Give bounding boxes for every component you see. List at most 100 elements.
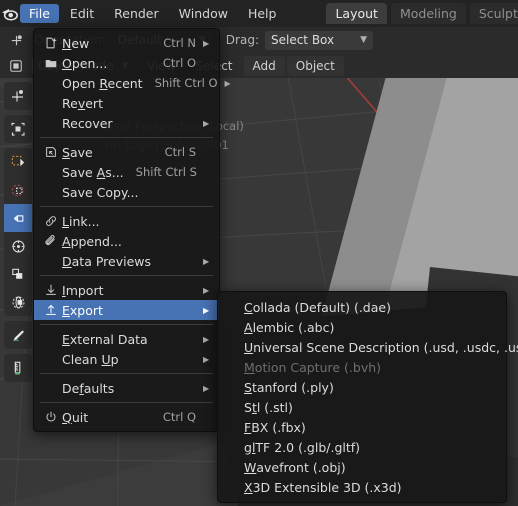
viewport-menu-object[interactable]: Object xyxy=(286,55,344,76)
submenu-arrow-icon: ▶ xyxy=(203,118,210,128)
export-item-universal-scene-description-usd-usdc-usda[interactable]: Universal Scene Description (.usd, .usdc… xyxy=(218,337,518,357)
editor-type-icon[interactable] xyxy=(4,56,28,76)
file-menu-item-label: Revert xyxy=(62,95,103,111)
select-box-icon[interactable] xyxy=(4,115,32,143)
blender-logo-icon[interactable] xyxy=(0,0,19,27)
menu-separator xyxy=(40,324,213,325)
tab-sculpting[interactable]: Sculpting xyxy=(469,3,518,24)
submenu-arrow-icon: ▶ xyxy=(203,334,210,344)
file-menu-item-label: Import xyxy=(62,282,104,298)
file-menu-item-label: Clean Up xyxy=(62,351,119,367)
tab-modeling[interactable]: Modeling xyxy=(390,3,466,24)
export-item-x3d-extensible-3d-x3d[interactable]: X 3D Extensible 3D (.x3d) xyxy=(218,477,506,497)
file-menu-item-label: Defaults xyxy=(62,380,115,396)
export-item-stl-stl[interactable]: Stl (.stl) xyxy=(218,397,506,417)
topbar: File Edit Render Window Help Layout Mode… xyxy=(0,0,518,27)
file-menu-item-link[interactable]: Link... xyxy=(34,211,219,231)
file-menu-item-open[interactable]: Open... Ctrl O xyxy=(34,53,219,73)
file-menu-item-open-recent[interactable]: Open Recent Shift Ctrl O ▶ xyxy=(34,73,231,93)
menubar-item-window[interactable]: Window xyxy=(170,4,237,23)
viewport-toolbar xyxy=(4,82,32,387)
transform-icon[interactable] xyxy=(4,232,32,260)
tool-active-icon[interactable] xyxy=(4,30,28,50)
file-menu-item-label: Append... xyxy=(62,233,122,249)
file-menu-item-append[interactable]: Append... xyxy=(34,231,219,251)
file-menu-item-revert[interactable]: Revert xyxy=(34,93,219,113)
move-icon[interactable] xyxy=(4,148,32,176)
file-menu-item-recover[interactable]: Recover ▶ xyxy=(34,113,219,133)
tab-layout[interactable]: Layout xyxy=(326,3,387,24)
measure-globe-icon[interactable] xyxy=(4,288,32,316)
export-item-stanford-ply[interactable]: Stanford (.ply) xyxy=(218,377,506,397)
annotate-pen-icon[interactable] xyxy=(4,321,32,349)
viewport-menu-add[interactable]: Add xyxy=(243,55,285,76)
file-menu-item-save[interactable]: Save Ctrl S xyxy=(34,142,219,162)
submenu-arrow-icon: ▶ xyxy=(203,38,210,48)
file-menu-item-label: Open... xyxy=(62,55,108,71)
new-file-icon xyxy=(40,36,62,50)
file-menu-item-label: Open Recent xyxy=(62,75,143,91)
submenu-arrow-icon: ▶ xyxy=(203,285,210,295)
menubar-item-edit[interactable]: Edit xyxy=(61,4,103,23)
file-menu-item-label: Save As... xyxy=(62,164,124,180)
file-menu-item-label: Save Copy... xyxy=(62,184,139,200)
menu-separator xyxy=(40,373,213,374)
export-submenu: Collada (Default) (.dae) Alembic (.abc) Un… xyxy=(217,291,518,503)
menu-separator xyxy=(40,275,213,276)
menu-separator xyxy=(40,206,213,207)
export-item-collada-default-dae[interactable]: Collada (Default) (.dae) xyxy=(218,297,506,317)
workspace-tabs: Layout Modeling Sculpting UV Editing xyxy=(326,3,518,24)
drag-value: Select Box xyxy=(270,33,335,47)
scale-icon[interactable] xyxy=(4,204,32,232)
export-item-alembic-abc[interactable]: Alembic (.abc) xyxy=(218,317,506,337)
rotate-icon[interactable] xyxy=(4,176,32,204)
file-menu-item-label: Data Previews xyxy=(62,253,152,269)
file-menu-item-save-copy[interactable]: Save Copy... xyxy=(34,182,219,202)
measure-ruler-icon[interactable] xyxy=(4,354,32,382)
export-item-gltf-2-0-glb-gltf[interactable]: g l TF 2.0 (.glb/.gltf) xyxy=(218,437,506,457)
file-menu-item-export[interactable]: Export ▶ xyxy=(34,300,219,320)
file-menu-item-shortcut: Ctrl Q xyxy=(162,410,196,424)
import-icon xyxy=(40,283,62,297)
menubar-item-render[interactable]: Render xyxy=(105,4,168,23)
drag-dropdown[interactable]: Select Box ▼ xyxy=(264,30,373,50)
file-menu-item-label: Recover xyxy=(62,115,113,131)
file-menu-item-shortcut: Ctrl O xyxy=(162,56,196,70)
quit-power-icon xyxy=(40,410,62,424)
file-menu-item-clean-up[interactable]: Clean Up ▶ xyxy=(34,349,219,369)
submenu-arrow-icon: ▶ xyxy=(203,256,210,266)
tool-group-cursor xyxy=(4,82,32,110)
tool-group-measure xyxy=(4,354,32,382)
file-menu-item-external-data[interactable]: External Data ▶ xyxy=(34,329,219,349)
menubar-item-file[interactable]: File xyxy=(20,4,59,23)
file-menu-dropdown: New Ctrl N ▶ Open... Ctrl O Open Recent Shift … xyxy=(33,28,231,432)
file-menu-item-defaults[interactable]: Defaults ▶ xyxy=(34,378,219,398)
tweak-cursor-icon[interactable] xyxy=(4,82,32,110)
file-menu-item-quit[interactable]: Quit Ctrl Q xyxy=(34,407,219,427)
menu-separator xyxy=(40,402,213,403)
submenu-arrow-icon: ▶ xyxy=(203,305,210,315)
blender-window: User Perspective (Local) (0) Legs | Sphe… xyxy=(0,0,518,506)
file-menu-item-shortcut: Shift Ctrl O xyxy=(154,76,218,90)
file-menu-item-shortcut: Shift Ctrl S xyxy=(135,165,197,179)
tool-group-transform xyxy=(4,148,32,316)
file-menu-item-label: Save xyxy=(62,144,93,160)
file-menu-item-new[interactable]: New Ctrl N ▶ xyxy=(34,33,219,53)
export-item-fbx-fbx[interactable]: F BX (.fbx) xyxy=(218,417,506,437)
tool-group-select xyxy=(4,115,32,143)
file-menu-item-import[interactable]: Import ▶ xyxy=(34,280,219,300)
menubar-item-help[interactable]: Help xyxy=(239,4,286,23)
file-menu-item-data-previews[interactable]: Data Previews ▶ xyxy=(34,251,219,271)
annotate-rect-icon[interactable] xyxy=(4,260,32,288)
file-menu-item-shortcut: Ctrl S xyxy=(164,145,196,159)
export-item-wavefront-obj[interactable]: Wavefront (.obj) xyxy=(218,457,506,477)
file-menu-item-shortcut: Ctrl N xyxy=(163,36,196,50)
file-menu-item-label: New xyxy=(62,35,90,51)
file-menu-item-label: Quit xyxy=(62,409,89,425)
link-icon xyxy=(40,214,62,228)
chevron-down-icon: ▼ xyxy=(360,35,367,45)
export-item-motion-capture-bvh: Motion Capture (.bvh) xyxy=(244,359,382,375)
file-menu-item-save-as[interactable]: Save As... Shift Ctrl S xyxy=(34,162,219,182)
file-menu-item-label: Link... xyxy=(62,213,100,229)
submenu-arrow-icon: ▶ xyxy=(203,383,210,393)
